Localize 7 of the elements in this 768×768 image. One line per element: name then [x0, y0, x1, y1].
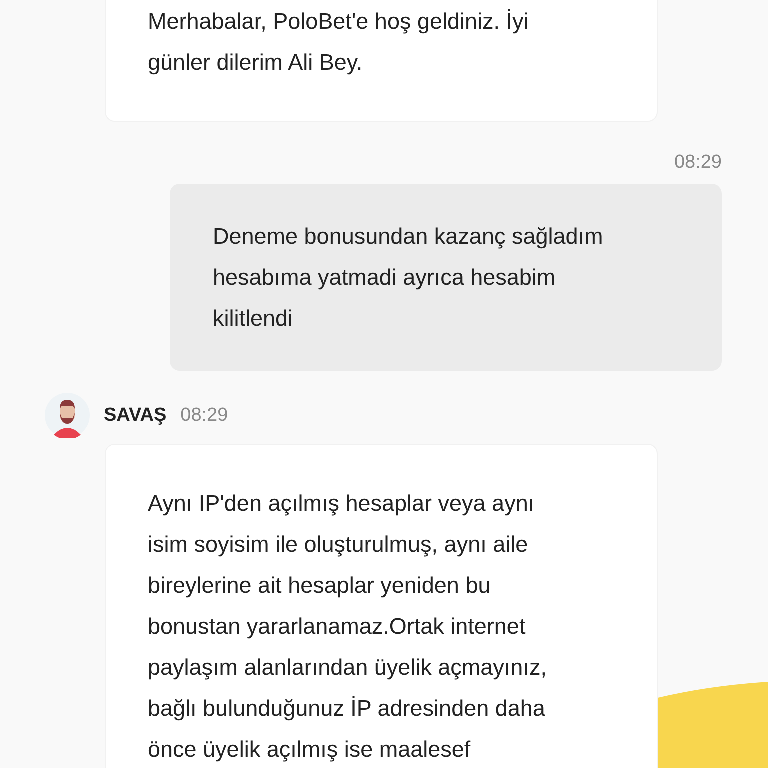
sender-name: SAVAŞ: [104, 404, 167, 426]
message-time: 08:29: [674, 152, 722, 174]
avatar-icon: [45, 393, 90, 438]
message-time: 08:29: [180, 404, 228, 426]
message-text: Deneme bonusundan kazanç sağladım hesabıma yatmadi ayrıca hesabim kilitlendi: [213, 223, 604, 333]
message-text: Aynı IP'den açılmış hesaplar veya aynı isim soyisim ile oluşturulmuş, aynı aile bireylerine ait hesaplar yeniden bu bonustan yararlanamaz.Ortak internet paylaşım alanlarından üyelik açmayınız, bağlı bulunduğunuz İP adresinden daha önce üyelik açılmış ise maalesef: [148, 490, 548, 764]
message-text: Merhabalar, PoloBet'e hoş geldiniz. İyi günler dilerim Ali Bey.: [148, 8, 530, 77]
